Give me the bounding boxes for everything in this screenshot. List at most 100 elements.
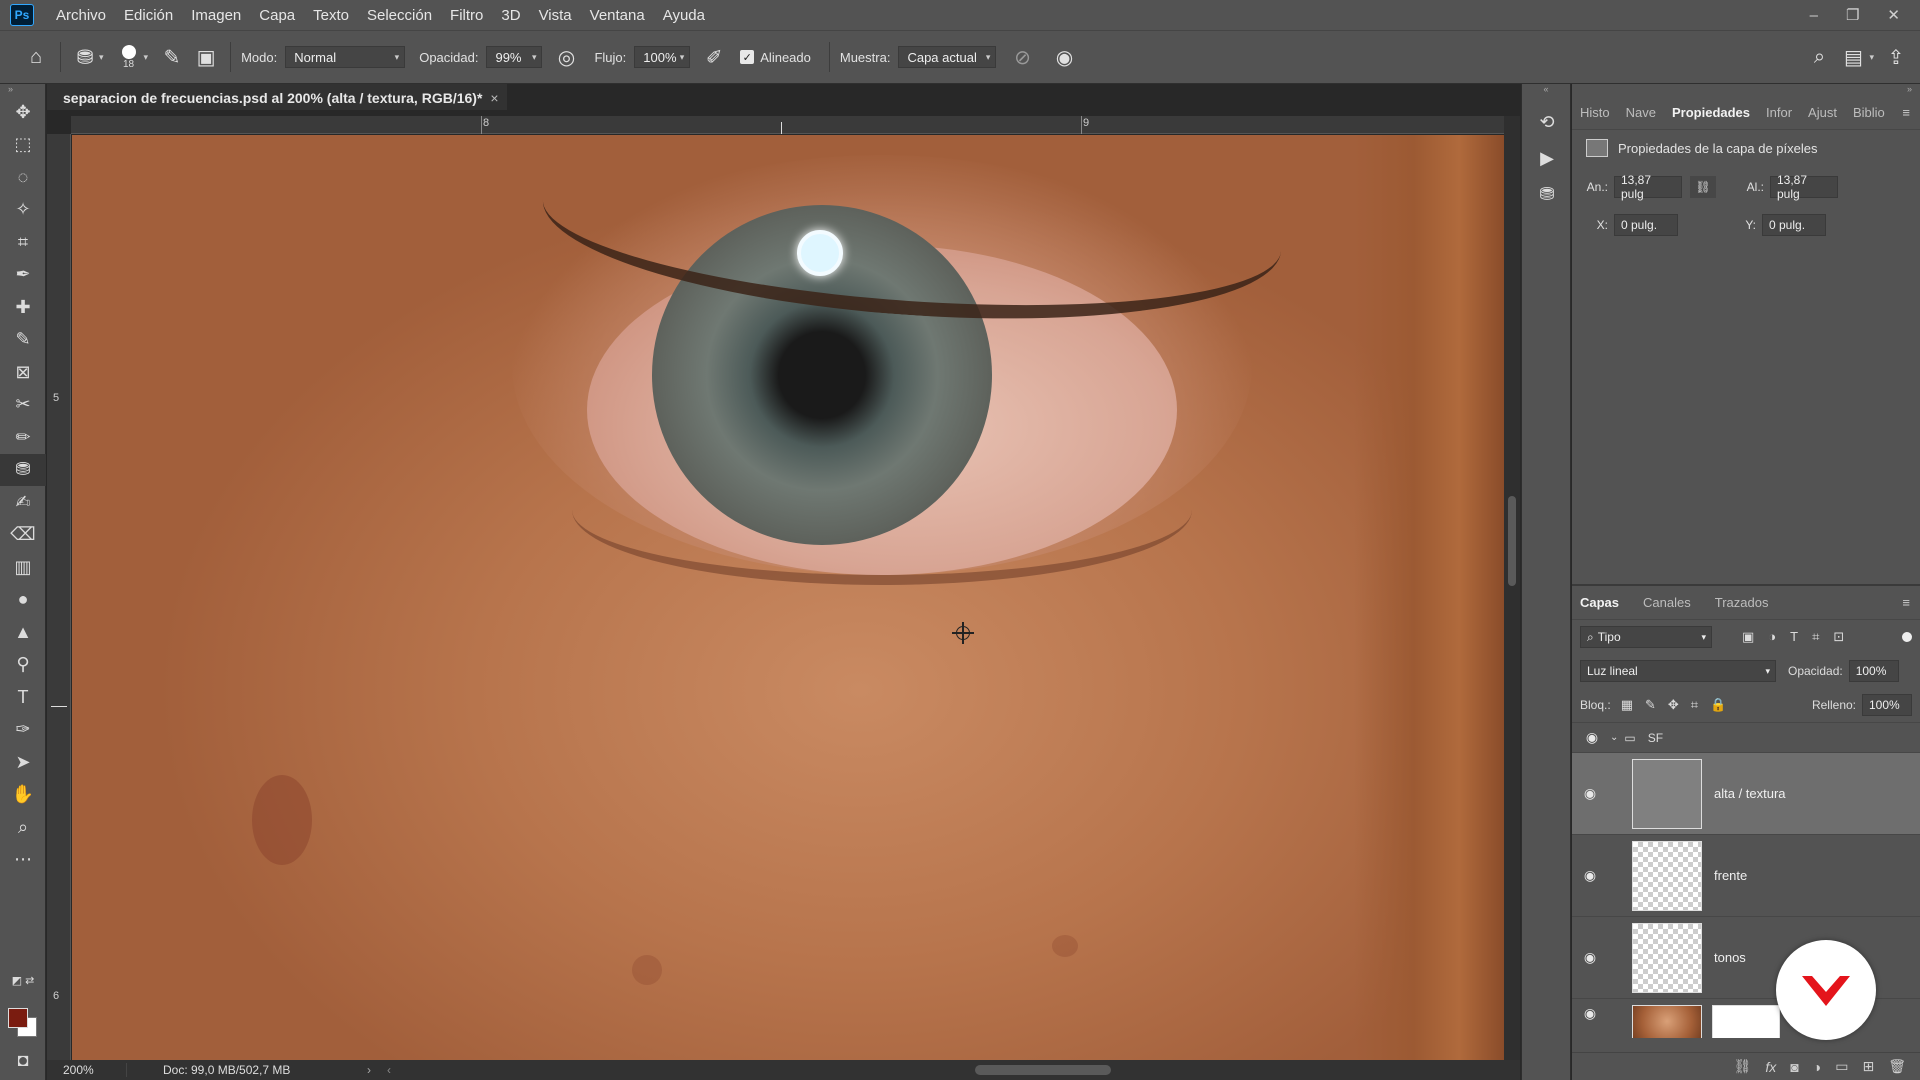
path-selection-tool-icon[interactable]: ➤ [0, 746, 46, 779]
marquee-tool-icon[interactable]: ⬚ [0, 129, 46, 162]
gradient-tool-icon[interactable]: ▥ [0, 551, 46, 584]
menu-ventana[interactable]: Ventana [590, 7, 645, 24]
pencil-tool-icon[interactable]: ✏ [0, 421, 46, 454]
layer-mask-thumbnail[interactable] [1712, 1005, 1780, 1038]
width-input[interactable]: 13,87 pulg [1614, 173, 1682, 201]
hand-tool-icon[interactable]: ✋ [0, 779, 46, 812]
panel-collapse-icon[interactable]: » [1572, 84, 1920, 96]
scroll-left-icon[interactable]: ‹ [387, 1063, 391, 1077]
vertical-scrollbar[interactable] [1504, 116, 1520, 1060]
layer-filter-icons[interactable]: ▣◑T⌗⊡ [1742, 629, 1858, 645]
layer-row-alta-textura[interactable]: ◉ alta / textura [1572, 752, 1920, 834]
chevron-right-icon[interactable]: › [367, 1063, 371, 1077]
panel-collapse-icon[interactable]: » [0, 84, 45, 96]
panel-collapse-icon[interactable]: « [1522, 84, 1570, 104]
clone-stamp-preset-icon[interactable]: ⛃ [71, 43, 99, 71]
new-group-icon[interactable]: ▭ [1835, 1058, 1848, 1075]
menu-capa[interactable]: Capa [259, 7, 295, 24]
panel-menu-icon[interactable]: ≡ [1902, 595, 1910, 610]
pressure-opacity-icon[interactable]: ◎ [552, 43, 580, 71]
sample-select[interactable]: Capa actual ▾ [898, 46, 997, 68]
history-brush-tool-icon[interactable]: ✍ [0, 486, 46, 519]
restore-button[interactable]: ❐ [1846, 6, 1859, 24]
aligned-checkbox[interactable]: ✓ [740, 50, 755, 64]
eye-icon[interactable]: ◉ [1572, 785, 1608, 802]
quick-selection-tool-icon[interactable]: ✧ [0, 194, 46, 227]
tab-channels[interactable]: Canales [1635, 595, 1699, 610]
actions-play-icon[interactable]: ▶ [1522, 140, 1572, 176]
share-icon[interactable]: ⇪ [1882, 43, 1910, 71]
clone-source-icon[interactable]: ▣ [192, 43, 220, 71]
minimize-button[interactable]: – [1810, 7, 1818, 24]
y-input[interactable]: 0 pulg. [1762, 214, 1826, 236]
lock-icons[interactable]: ▦✎✥⌗🔒 [1621, 697, 1739, 713]
eraser-tool-icon[interactable]: ⌫ [0, 519, 46, 552]
eye-icon[interactable]: ◉ [1572, 867, 1608, 884]
lasso-tool-icon[interactable]: ◌ [0, 161, 46, 194]
fx-icon[interactable]: fx [1765, 1059, 1776, 1075]
spot-healing-tool-icon[interactable]: ✚ [0, 291, 46, 324]
close-tab-icon[interactable]: × [490, 90, 498, 106]
menu-archivo[interactable]: Archivo [56, 7, 106, 24]
type-tool-icon[interactable]: T [0, 681, 46, 714]
eye-icon[interactable]: ◉ [1580, 729, 1604, 746]
add-mask-icon[interactable]: ◙ [1790, 1059, 1798, 1075]
move-tool-icon[interactable]: ✥ [0, 96, 46, 129]
close-button[interactable]: ✕ [1887, 6, 1900, 24]
chevron-down-icon[interactable]: ⌄ [1610, 732, 1618, 743]
menu-imagen[interactable]: Imagen [191, 7, 241, 24]
scroll-thumb[interactable] [1508, 496, 1516, 586]
brush-size-picker[interactable]: 18 [114, 44, 144, 70]
flow-input[interactable]: 100% ▾ [634, 46, 691, 68]
crop-tool-icon[interactable]: ⌗ [0, 226, 46, 259]
ignore-adjustment-layers-icon[interactable]: ⊘ [1008, 43, 1036, 71]
eyedropper-tool-icon[interactable]: ✒ [0, 259, 46, 292]
pen-tool-icon[interactable]: ✑ [0, 714, 46, 747]
chevron-down-icon[interactable]: ▾ [1869, 52, 1874, 63]
menu-ayuda[interactable]: Ayuda [663, 7, 705, 24]
menu-3d[interactable]: 3D [501, 7, 520, 24]
menu-seleccion[interactable]: Selección [367, 7, 432, 24]
layer-row-frente[interactable]: ◉ frente [1572, 834, 1920, 916]
tab-properties[interactable]: Propiedades [1664, 105, 1758, 120]
tab-adjustments[interactable]: Ajust [1800, 105, 1845, 120]
document-tab[interactable]: separacion de frecuencias.psd al 200% (a… [47, 84, 507, 110]
quick-mask-icon[interactable]: ◘ [0, 1044, 46, 1077]
airbrush-icon[interactable]: ✐ [700, 43, 728, 71]
content-aware-move-icon[interactable]: ✂ [0, 389, 46, 422]
foreground-color-swatch[interactable] [8, 1008, 28, 1028]
document-info[interactable]: Doc: 99,0 MB/502,7 MB [127, 1063, 367, 1077]
fill-input[interactable]: 100% [1862, 694, 1912, 716]
x-input[interactable]: 0 pulg. [1614, 214, 1678, 236]
panel-menu-icon[interactable]: ≡ [1902, 105, 1910, 120]
layer-opacity-input[interactable]: 100% [1848, 660, 1899, 682]
filter-toggle-icon[interactable] [1902, 632, 1912, 642]
search-icon[interactable]: ⌕ [1805, 43, 1833, 71]
eye-icon[interactable]: ◉ [1572, 949, 1608, 966]
opacity-input[interactable]: 99% ▾ [486, 46, 543, 68]
dodge-tool-icon[interactable]: ⚲ [0, 649, 46, 682]
menu-filtro[interactable]: Filtro [450, 7, 483, 24]
chevron-down-icon[interactable]: ▾ [144, 52, 149, 63]
mode-select[interactable]: Normal ▾ [285, 46, 406, 68]
zoom-tool-icon[interactable]: ⌕ [0, 811, 46, 844]
home-icon[interactable]: ⌂ [22, 43, 50, 71]
tab-info[interactable]: Infor [1758, 105, 1800, 120]
link-layers-icon[interactable]: ⛓ [1734, 1058, 1752, 1075]
blend-mode-select[interactable]: Luz lineal ▾ [1580, 660, 1776, 682]
brush-settings-icon[interactable]: ✎ [158, 43, 186, 71]
tab-navigator[interactable]: Nave [1618, 105, 1664, 120]
eye-icon[interactable]: ◉ [1572, 1005, 1608, 1022]
image-canvas[interactable] [72, 135, 1504, 1060]
history-panel-icon[interactable]: ⟲ [1522, 104, 1572, 140]
horizontal-scroll-thumb[interactable] [975, 1065, 1111, 1075]
more-tools-icon[interactable]: ⋯ [0, 844, 46, 877]
tab-paths[interactable]: Trazados [1707, 595, 1777, 610]
blur-tool-icon[interactable]: ● [0, 584, 46, 617]
link-icon[interactable]: ⛓ [1690, 176, 1716, 198]
adjustment-layer-icon[interactable]: ◑ [1813, 1059, 1821, 1075]
workspace-icon[interactable]: ▤ [1839, 43, 1867, 71]
menu-vista[interactable]: Vista [539, 7, 572, 24]
brush-tool-icon[interactable]: ✎ [0, 324, 46, 357]
sharpen-tool-icon[interactable]: ▲ [0, 616, 46, 649]
